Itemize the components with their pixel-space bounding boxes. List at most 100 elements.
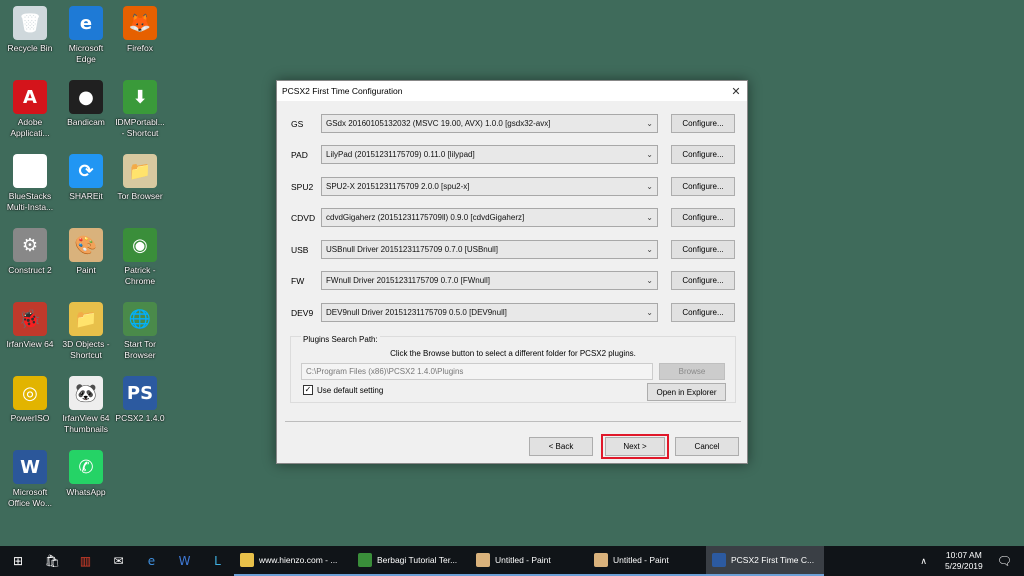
desktop-icon-3[interactable]: A Adobe Applicati... [0,80,60,139]
desktop-icon-13[interactable]: 📁 3D Objects - Shortcut [56,302,116,361]
launcher-icon[interactable]: L [201,546,234,576]
configure-button-dev9[interactable]: Configure... [671,303,735,322]
browse-button[interactable]: Browse [659,363,725,380]
adobe-icon: A [13,80,47,114]
taskbar-app-label: Untitled - Paint [495,555,551,565]
desktop-icon-label: Paint [76,265,96,275]
plugin-select[interactable]: LilyPad (20151231175709) 0.11.0 [lilypad… [321,145,658,164]
chevron-down-icon: ⌄ [646,150,653,159]
app-grid-icon[interactable]: ▥ [69,546,102,576]
paint-icon [594,553,608,567]
desktop-icon-label: BlueStacks Multi-Insta... [6,191,54,212]
desktop-icon-4[interactable]: ● Bandicam [56,80,116,128]
desktop-icon-12[interactable]: 🐞 IrfanView 64 [0,302,60,350]
desktop-icon-8[interactable]: 📁 Tor Browser [110,154,170,202]
desktop-icon-5[interactable]: ⬇ IDMPortabl... - Shortcut [110,80,170,139]
taskbar-app-1[interactable]: Berbagi Tutorial Ter... [352,546,470,576]
shareit-icon: ⟳ [69,154,103,188]
desktop-icon-label: SHAREit [69,191,103,201]
dialog-titlebar[interactable]: PCSX2 First Time Configuration ✕ [277,81,747,101]
word-icon[interactable]: W [168,546,201,576]
pcsx2-icon [712,553,726,567]
poweriso-icon: ◎ [13,376,47,410]
taskbar-app-2[interactable]: Untitled - Paint [470,546,588,576]
notification-icon[interactable]: 🗨 [997,554,1012,568]
desktop-icon-2[interactable]: 🦊 Firefox [110,6,170,54]
plugin-select-value: LilyPad (20151231175709) 0.11.0 [lilypad… [326,150,475,159]
plugins-search-path-group: Plugins Search Path: Click the Browse bu… [290,335,736,403]
taskbar-app-label: Untitled - Paint [613,555,669,565]
configure-button-cdvd[interactable]: Configure... [671,208,735,227]
desktop-icon-label: IrfanView 64 [6,339,54,349]
clock[interactable]: 10:07 AM 5/29/2019 [945,550,983,572]
taskbar-app-label: PCSX2 First Time C... [731,555,815,565]
taskbar-app-0[interactable]: www.hienzo.com - ... [234,546,352,576]
desktop-icon-11[interactable]: ◉ Patrick - Chrome [110,228,170,287]
plugin-select[interactable]: FWnull Driver 20151231175709 0.7.0 [FWnu… [321,271,658,290]
plugin-select[interactable]: DEV9null Driver 20151231175709 0.5.0 [DE… [321,303,658,322]
desktop-icon-6[interactable]: BlueStacks Multi-Insta... [0,154,60,213]
configure-button-spu2[interactable]: Configure... [671,177,735,196]
open-in-explorer-button[interactable]: Open in Explorer [647,383,726,401]
plugin-select-value: cdvdGigaherz (20151231175709ll) 0.9.0 [c… [326,213,525,222]
use-default-checkbox[interactable]: ✓ Use default setting [303,385,383,395]
desktop-icon-label: Construct 2 [8,265,52,275]
desktop-icon-15[interactable]: ◎ PowerISO [0,376,60,424]
desktop-icon-label: Recycle Bin [7,43,53,53]
plugin-label: SPU2 [291,181,314,192]
configure-button-gs[interactable]: Configure... [671,114,735,133]
desktop-icon-17[interactable]: PS PCSX2 1.4.0 [110,376,170,424]
configure-button-usb[interactable]: Configure... [671,240,735,259]
plugin-select[interactable]: SPU2-X 20151231175709 2.0.0 [spu2-x] ⌄ [321,177,658,196]
desktop-icon-16[interactable]: 🐼 IrfanView 64 Thumbnails [56,376,116,435]
desktop-icon-18[interactable]: W Microsoft Office Wo... [0,450,60,509]
plugin-label: FW [291,275,305,286]
desktop-icon-label: PowerISO [10,413,50,423]
plugin-select[interactable]: USBnull Driver 20151231175709 0.7.0 [USB… [321,240,658,259]
configure-button-fw[interactable]: Configure... [671,271,735,290]
plugin-row-fw: FW FWnull Driver 20151231175709 0.7.0 [FW… [291,271,658,290]
desktop-icon-label: PCSX2 1.4.0 [115,413,165,423]
chrome-icon: ◉ [123,228,157,262]
cancel-button[interactable]: Cancel [675,437,739,456]
plugins-path-field[interactable]: C:\Program Files (x86)\PCSX2 1.4.0\Plugi… [301,363,653,380]
paint-icon [476,553,490,567]
close-icon[interactable]: ✕ [725,85,747,98]
taskbar-app-4[interactable]: PCSX2 First Time C... [706,546,824,576]
construct-icon: ⚙ [13,228,47,262]
configure-button-pad[interactable]: Configure... [671,145,735,164]
desktop-icon-label: Microsoft Edge [68,43,104,64]
plugin-label: GS [291,118,304,129]
start-button[interactable]: ⊞ [0,546,36,576]
plugin-row-usb: USB USBnull Driver 20151231175709 0.7.0 [… [291,240,658,259]
plugin-select[interactable]: cdvdGigaherz (20151231175709ll) 0.9.0 [c… [321,208,658,227]
paint-icon: 🎨 [69,228,103,262]
taskbar-app-3[interactable]: Untitled - Paint [588,546,706,576]
plugin-select[interactable]: GSdx 20160105132032 (MSVC 19.00, AVX) 1.… [321,114,658,133]
plugin-select-value: FWnull Driver 20151231175709 0.7.0 [FWnu… [326,276,490,285]
word-icon: W [13,450,47,484]
plugin-row-cdvd: CDVD cdvdGigaherz (20151231175709ll) 0.9.… [291,208,658,227]
store-icon[interactable]: 🛍 [36,546,69,576]
desktop-icon-10[interactable]: 🎨 Paint [56,228,116,276]
plugin-row-spu2: SPU2 SPU2-X 20151231175709 2.0.0 [spu2-x]… [291,177,658,196]
pcsx2-icon: PS [123,376,157,410]
desktop-icon-9[interactable]: ⚙ Construct 2 [0,228,60,276]
plugin-select-value: USBnull Driver 20151231175709 0.7.0 [USB… [326,245,498,254]
plugin-row-pad: PAD LilyPad (20151231175709) 0.11.0 [lily… [291,145,658,164]
desktop-icon-1[interactable]: e Microsoft Edge [56,6,116,65]
chevron-up-icon[interactable]: ∧ [920,556,927,567]
desktop-icon-7[interactable]: ⟳ SHAREit [56,154,116,202]
desktop-icon-label: Tor Browser [117,191,163,201]
edge-icon[interactable]: e [135,546,168,576]
desktop-icon-0[interactable]: 🗑 Recycle Bin [0,6,60,54]
back-button[interactable]: < Back [529,437,593,456]
desktop-icon-14[interactable]: 🌐 Start Tor Browser [110,302,170,361]
taskbar-app-label: www.hienzo.com - ... [259,555,338,565]
mail-icon[interactable]: ✉ [102,546,135,576]
desktop-icon-19[interactable]: ✆ WhatsApp [56,450,116,498]
browse-hint: Click the Browse button to select a diff… [390,349,636,358]
recycle-bin-icon: 🗑 [13,6,47,40]
panda-icon: 🐼 [69,376,103,410]
divider [285,421,741,422]
